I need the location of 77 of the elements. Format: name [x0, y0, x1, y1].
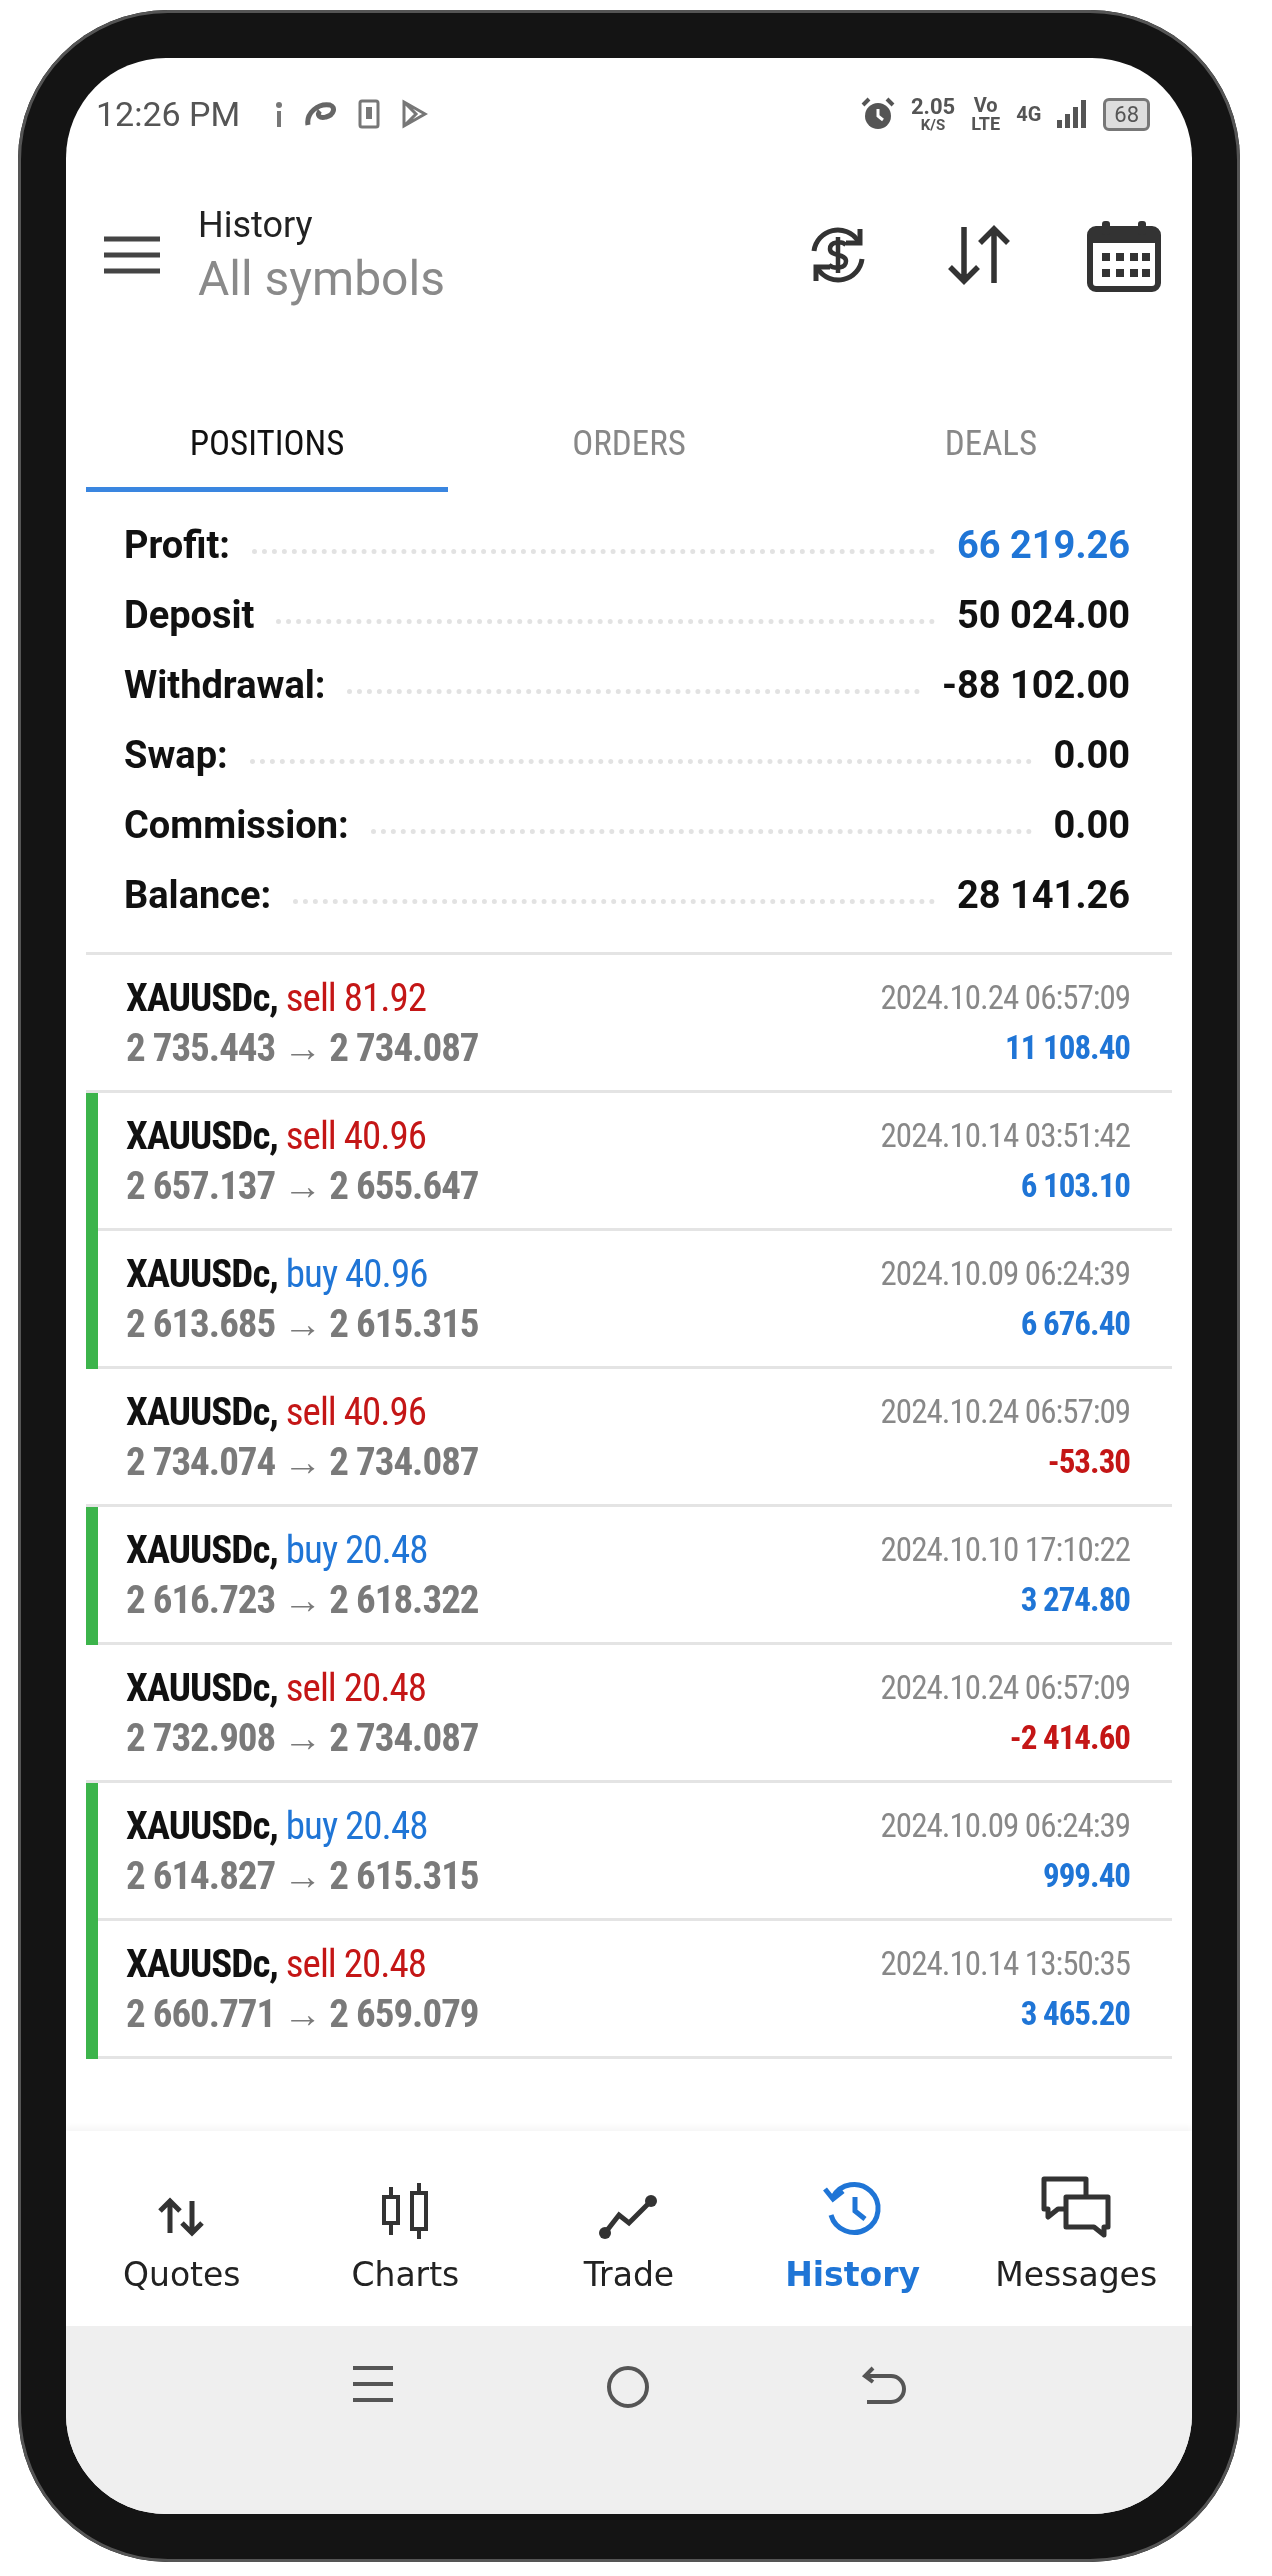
- position-time: 2024.10.24 06:57:09: [880, 1391, 1130, 1433]
- position-profit: 6 103.10: [1020, 1165, 1130, 1207]
- status-time: 12:26 PM: [96, 94, 241, 134]
- position-time: 2024.10.10 17:10:22: [880, 1529, 1130, 1571]
- price-range: 2 657.137 → 2 655.647: [126, 1162, 479, 1211]
- position-symbol: XAUUSDc,: [126, 1665, 278, 1711]
- position-symbol: XAUUSDc,: [126, 1941, 278, 1987]
- trade-side: sell 81.92: [285, 975, 427, 1021]
- tab[interactable]: ORDERS: [448, 340, 810, 492]
- summary-value: 28 141.26: [956, 873, 1130, 917]
- trade-side: buy 40.96: [285, 1251, 428, 1297]
- summary-value: -88 102.00: [941, 663, 1130, 707]
- summary-value: 50 024.00: [956, 593, 1130, 637]
- play-store-icon: [400, 99, 429, 129]
- position-symbol: XAUUSDc,: [126, 1803, 278, 1849]
- summary-label: Commission:: [124, 803, 349, 847]
- position-profit: 999.40: [1043, 1855, 1130, 1897]
- position-profit: 11 108.40: [1005, 1027, 1130, 1069]
- position-time: 2024.10.09 06:24:39: [880, 1805, 1130, 1847]
- home-button[interactable]: [605, 2364, 651, 2410]
- trade-side: buy 20.48: [285, 1527, 428, 1573]
- position-time: 2024.10.24 06:57:09: [880, 1667, 1130, 1709]
- position-symbol: XAUUSDc,: [126, 1251, 278, 1297]
- position-time: 2024.10.14 13:50:35: [880, 1943, 1130, 1985]
- nav-tab[interactable]: History: [740, 2163, 965, 2294]
- sim-card-icon: [358, 99, 381, 129]
- nav-tab[interactable]: Charts: [293, 2163, 518, 2294]
- position-symbol: XAUUSDc,: [126, 1527, 278, 1573]
- position-symbol: XAUUSDc,: [126, 1389, 278, 1435]
- info-icon: [274, 101, 285, 127]
- position-profit: -2 414.60: [1009, 1717, 1130, 1759]
- price-range: 2 613.685 → 2 615.315: [126, 1300, 479, 1349]
- price-range: 2 735.443 → 2 734.087: [126, 1024, 479, 1073]
- tab[interactable]: DEALS: [810, 340, 1172, 492]
- back-button[interactable]: [861, 2364, 907, 2406]
- position-time: 2024.10.24 06:57:09: [880, 977, 1130, 1019]
- price-range: 2 616.723 → 2 618.322: [126, 1576, 479, 1625]
- position-symbol: XAUUSDc,: [126, 1113, 278, 1159]
- summary-label: Withdrawal:: [124, 663, 326, 707]
- position-symbol: XAUUSDc,: [126, 975, 278, 1021]
- signal-icon: [1057, 100, 1088, 128]
- position-time: 2024.10.09 06:24:39: [880, 1253, 1130, 1295]
- screen-title: History: [198, 203, 314, 246]
- price-range: 2 732.908 → 2 734.087: [126, 1714, 479, 1763]
- summary-label: Deposit: [124, 593, 255, 637]
- summary-label: Profit:: [124, 523, 231, 567]
- network-type: 4G: [1016, 102, 1042, 126]
- summary-label: Swap:: [124, 733, 228, 777]
- menu-button[interactable]: [102, 235, 162, 275]
- volte-label: Vo: [973, 95, 998, 115]
- nav-tab[interactable]: Quotes: [70, 2163, 294, 2294]
- position-profit: -53.30: [1047, 1441, 1130, 1483]
- position-profit: 6 676.40: [1020, 1303, 1130, 1345]
- price-range: 2 734.074 → 2 734.087: [126, 1438, 479, 1487]
- battery-level: 68: [1103, 97, 1150, 131]
- alarm-icon: [860, 97, 895, 131]
- price-range: 2 614.827 → 2 615.315: [126, 1852, 479, 1901]
- price-range: 2 660.771 → 2 659.079: [126, 1990, 479, 2039]
- summary-value: 66 219.26: [956, 523, 1130, 567]
- lte-label: LTE: [971, 115, 1001, 133]
- summary-value: 0.00: [1053, 803, 1130, 847]
- speed-unit: K/S: [920, 117, 946, 133]
- recent-apps-button[interactable]: [351, 2364, 395, 2404]
- trade-side: sell 40.96: [285, 1113, 427, 1159]
- trade-side: sell 40.96: [285, 1389, 427, 1435]
- trade-side: buy 20.48: [285, 1803, 428, 1849]
- tab[interactable]: POSITIONS: [86, 340, 448, 492]
- summary-label: Balance:: [124, 873, 272, 917]
- position-profit: 3 274.80: [1020, 1579, 1130, 1621]
- trade-side: sell 20.48: [285, 1941, 427, 1987]
- position-time: 2024.10.14 03:51:42: [880, 1115, 1130, 1157]
- summary-value: 0.00: [1053, 733, 1130, 777]
- position-profit: 3 465.20: [1020, 1993, 1130, 2035]
- nav-tab[interactable]: Messages: [964, 2163, 1188, 2294]
- trade-side: sell 20.48: [285, 1665, 427, 1711]
- network-speed: 2.05: [910, 95, 956, 118]
- nav-tab[interactable]: Trade: [517, 2163, 741, 2294]
